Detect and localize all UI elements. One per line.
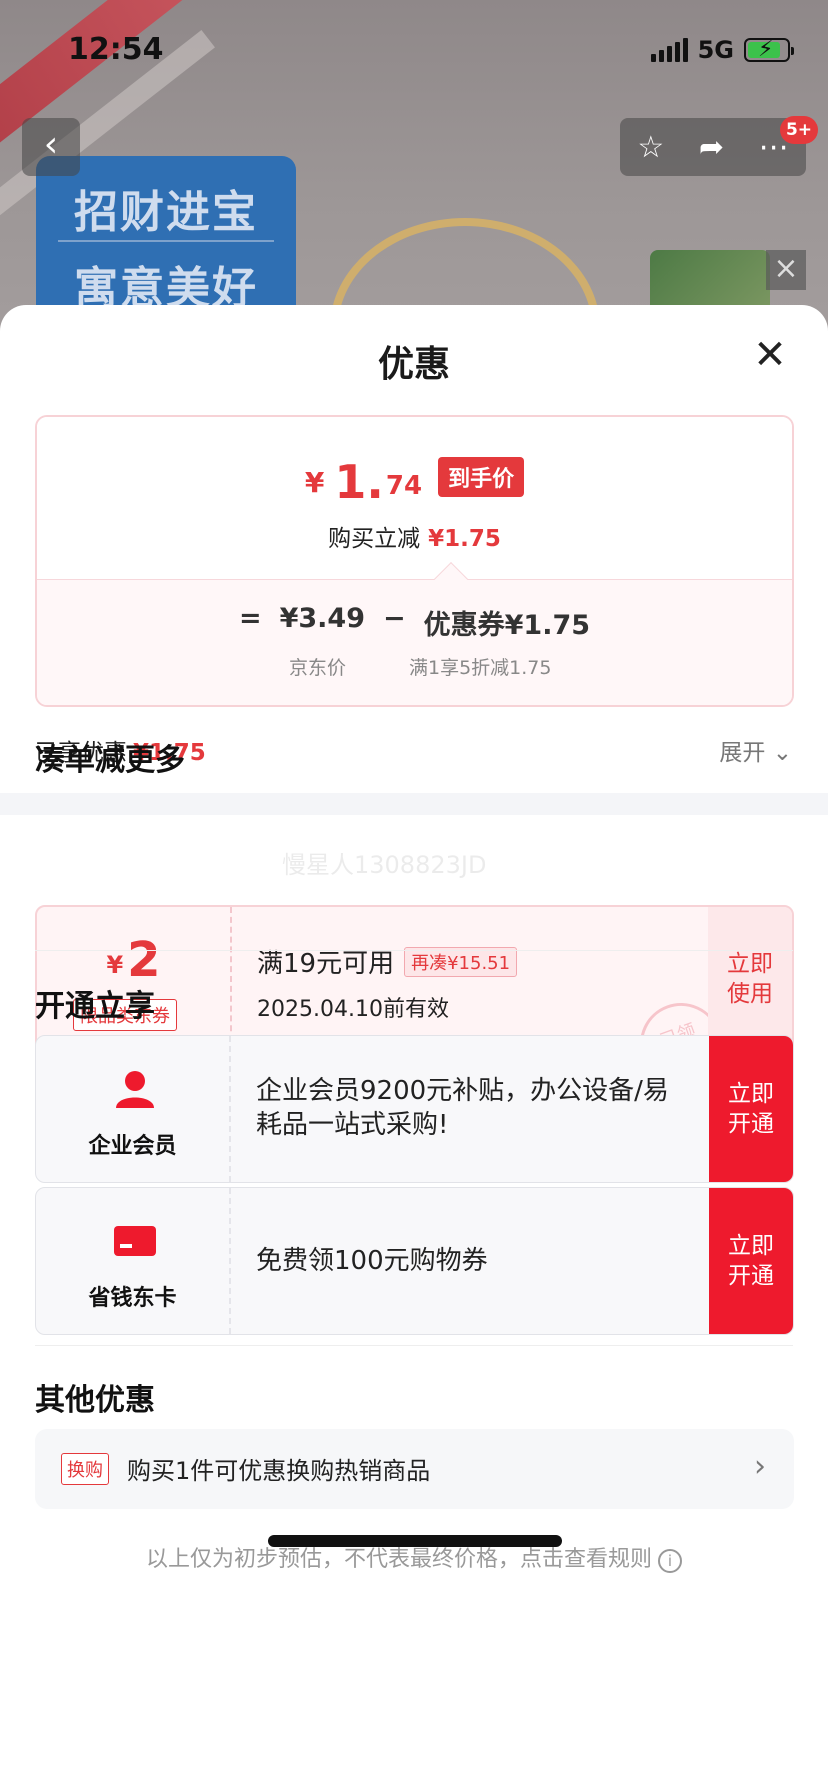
open-line2: 开通 xyxy=(728,1111,774,1137)
collect-section-title: 凑单减更多 xyxy=(35,743,185,778)
coupon-valid-date: 2025.04.10前有效 xyxy=(257,997,449,1022)
info-icon[interactable]: i xyxy=(658,1549,682,1573)
charging-icon: ⚡ xyxy=(758,37,774,62)
chevron-down-icon: ⌄ xyxy=(772,740,792,766)
chevron-right-icon: › xyxy=(754,1449,766,1484)
divider xyxy=(35,1345,793,1346)
price-breakdown-card: ¥ 1. 74 到手价 购买立减 ¥1.75 = ¥3.49 − 优惠券¥1.75… xyxy=(35,415,794,707)
trade-in-tag: 换购 xyxy=(61,1453,109,1485)
status-indicators: 5G ⚡ xyxy=(650,36,794,64)
coupon-value: 2 xyxy=(127,932,161,988)
star-icon[interactable]: ☆ xyxy=(637,130,664,165)
final-price-decimal: 74 xyxy=(385,471,423,501)
other-section-title: 其他优惠 xyxy=(35,1383,155,1418)
open-line1: 立即 xyxy=(728,1081,774,1107)
expand-label: 展开 xyxy=(719,740,766,766)
open-section-title: 开通立享 xyxy=(35,989,155,1024)
coupon-condition-row: 满19元可用 再凑¥15.51 xyxy=(257,943,518,980)
instant-discount-label: 购买立减 xyxy=(328,526,421,552)
use-coupon-line1: 立即 xyxy=(727,951,773,977)
coupon-condition: 满19元可用 xyxy=(257,949,395,979)
rules-note-text: 以上仅为初步预估，不代表最终价格，点击查看规则 xyxy=(145,1547,652,1572)
coupon-amount: ¥ 2 xyxy=(37,935,230,985)
currency-symbol: ¥ xyxy=(304,466,325,499)
top-action-bar: ☆ ➦ ⋯ xyxy=(620,118,806,176)
open-card-button[interactable]: 立即 开通 xyxy=(709,1188,793,1334)
promo-line-1: 招财进宝 xyxy=(74,187,258,238)
coupon-value-area: ¥ 2 限品类东券 xyxy=(37,907,232,1051)
final-price-tag: 到手价 xyxy=(438,457,525,497)
price-formula-area xyxy=(37,579,792,705)
use-coupon-button[interactable]: 立即 使用 xyxy=(708,907,792,1051)
jd-price-label: 京东价 xyxy=(289,657,347,679)
coupon-currency: ¥ xyxy=(106,951,124,979)
battery-icon: ⚡ xyxy=(744,37,794,62)
discount-sheet: 优惠 ✕ ¥ 1. 74 到手价 购买立减 ¥1.75 = ¥3.49 − 优惠券… xyxy=(0,305,828,1792)
member-badge-area: 企业会员 xyxy=(36,1036,231,1182)
instant-discount-value: ¥1.75 xyxy=(428,526,501,552)
expand-button[interactable]: 展开 ⌄ xyxy=(719,733,792,767)
member-name: 省钱东卡 xyxy=(88,1286,177,1311)
status-time: 12:54 xyxy=(68,32,164,67)
share-icon[interactable]: ➦ xyxy=(699,130,724,165)
sheet-title: 优惠 xyxy=(377,344,450,385)
divider xyxy=(35,950,793,951)
coupon-deduction: 优惠券¥1.75 xyxy=(423,610,591,641)
member-description: 免费领100元购物券 xyxy=(256,1246,488,1276)
savings-card[interactable]: 省钱东卡 免费领100元购物券 立即开通 xyxy=(35,1187,794,1335)
coupon-more-needed: 再凑¥15.51 xyxy=(404,946,518,977)
card-icon xyxy=(114,1226,156,1256)
open-line2: 开通 xyxy=(728,1263,774,1289)
final-price-integer: 1. xyxy=(334,455,384,509)
coupon-rule: 满1享5折减1.75 xyxy=(409,657,552,679)
open-membership-button[interactable]: 立即 开通 xyxy=(709,1036,793,1182)
instant-discount-line: 购买立减 ¥1.75 xyxy=(37,519,792,553)
back-button[interactable]: ‹ xyxy=(22,118,80,176)
member-badge-area: 省钱东卡 xyxy=(36,1188,231,1334)
member-description: 企业会员9200元补贴，办公设备/易耗品一站式采购! xyxy=(256,1076,669,1140)
trade-in-text: 购买1件可优惠换购热销商品 xyxy=(127,1457,431,1485)
user-icon xyxy=(116,1071,154,1108)
coupon-card[interactable]: ¥ 2 限品类东券 满19元可用 再凑¥15.51 2025.04.10前有效 … xyxy=(35,905,794,1053)
home-indicator xyxy=(268,1535,562,1547)
final-price: ¥ 1. 74 到手价 xyxy=(37,457,792,505)
message-count-badge: 5+ xyxy=(780,116,818,144)
network-type: 5G xyxy=(697,36,734,64)
use-coupon-line2: 使用 xyxy=(727,981,773,1007)
section-divider xyxy=(0,793,828,815)
equals-sign: = xyxy=(238,603,262,634)
user-watermark: 慢星人1308823JD xyxy=(282,851,487,879)
open-line1: 立即 xyxy=(728,1233,774,1259)
member-name: 企业会员 xyxy=(88,1134,177,1159)
chevron-left-icon: ‹ xyxy=(43,124,59,165)
trade-in-offer[interactable]: 换购 购买1件可优惠换购热销商品 › xyxy=(35,1429,794,1509)
minus-sign: − xyxy=(383,603,406,634)
signal-icon xyxy=(650,38,688,62)
close-icon[interactable]: × xyxy=(766,250,806,290)
enterprise-member-card[interactable]: 企业会员 企业会员9200元补贴，办公设备/易耗品一站式采购! 立即开通 xyxy=(35,1035,794,1183)
close-icon[interactable]: ✕ xyxy=(750,335,790,377)
jd-price: ¥3.49 xyxy=(279,603,365,634)
price-formula: = ¥3.49 − 优惠券¥1.75 xyxy=(37,603,792,642)
promo-separator xyxy=(58,240,274,242)
